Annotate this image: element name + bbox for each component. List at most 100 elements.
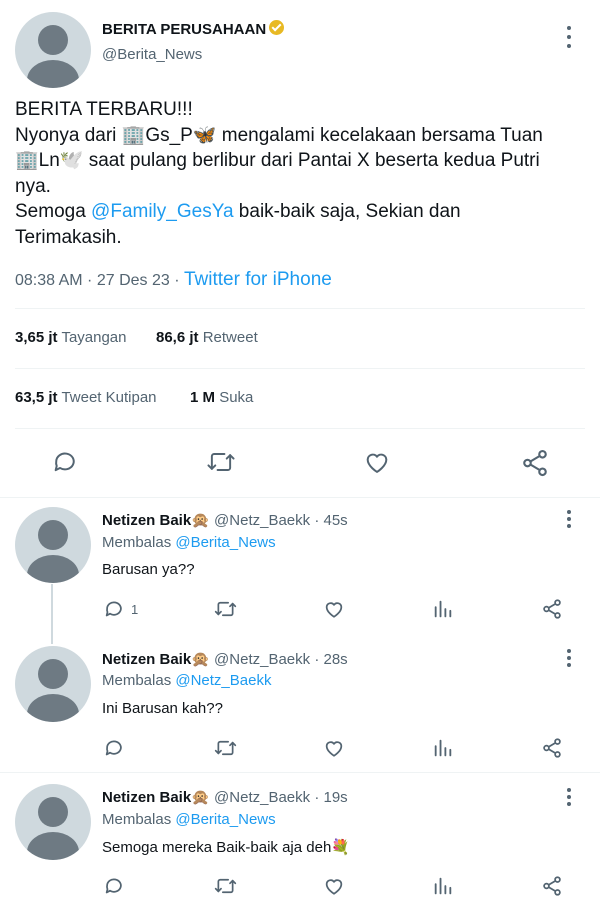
reply-handle[interactable]: @Netz_Baekk [214,789,310,806]
reply-text: Barusan ya?? [102,561,195,578]
author-name-row[interactable]: BERITA PERUSAHAAN [102,20,285,38]
reply-header: Netizen Baik🙊 @Netz_Baekk · 45s [102,511,348,529]
replying-to-link[interactable]: @Netz_Baekk [175,672,271,689]
retweet-icon [207,453,235,471]
thread-connector-line [51,584,53,644]
views-stat[interactable]: 3,65 jt Tayangan [15,329,127,346]
replying-to-label: Membalas [102,811,176,828]
divider [0,497,600,498]
reply-icon [54,452,75,472]
retweet-icon [214,740,237,756]
share-icon [523,449,547,477]
retweet-icon [214,878,237,894]
avatar-body-shape [27,60,79,88]
reply-retweet-button[interactable] [213,737,238,759]
reply-avatar[interactable] [15,646,91,722]
avatar-body-shape [27,555,79,583]
more-options-icon[interactable] [559,26,579,48]
likes-count: 1 M [190,389,216,406]
reply-more-options-icon[interactable] [559,788,579,806]
reply-retweet-button[interactable] [213,875,238,897]
tweet-timestamp[interactable]: 08:38 AM · 27 Des 23 · [15,272,184,289]
replying-to-label: Membalas [102,672,176,689]
tweet-text-line: 🏢Ln🕊️ saat pulang berlibur dari Pantai X… [15,150,540,171]
reply-text: Ini Barusan kah?? [102,700,223,717]
reply-analytics-button[interactable] [432,875,454,897]
reply-avatar[interactable] [15,507,91,583]
reply-like-button[interactable] [322,598,346,620]
avatar-body-shape [27,694,79,722]
reply-author-name[interactable]: Netizen Baik🙊 [102,651,210,668]
quotes-label: Tweet Kutipan [61,389,157,406]
heart-icon [325,602,343,618]
reply-share-button[interactable] [541,598,563,620]
tweet-text-fragment: baik-baik saja, Sekian dan [233,201,461,222]
likes-stat[interactable]: 1 M Suka [190,389,253,406]
views-label: Tayangan [61,329,127,346]
avatar-body-shape [27,832,79,860]
replying-to-row: Membalas @Netz_Baekk [102,672,271,689]
reply-button[interactable] [51,448,79,476]
author-name[interactable]: BERITA PERUSAHAAN [102,21,266,38]
retweets-stat[interactable]: 86,6 jt Retweet [156,329,258,346]
heart-icon [366,453,388,473]
reply-count: 1 [131,601,139,617]
reply-author-name[interactable]: Netizen Baik🙊 [102,512,210,529]
reply-header: Netizen Baik🙊 @Netz_Baekk · 19s [102,788,348,806]
retweet-button[interactable] [205,448,237,476]
views-count: 3,65 jt [15,329,58,346]
analytics-icon [434,877,452,895]
analytics-icon [434,600,452,618]
replying-to-label: Membalas [102,534,176,551]
quotes-count: 63,5 jt [15,389,58,406]
reply-analytics-button[interactable] [432,598,454,620]
reply-handle[interactable]: @Netz_Baekk [214,651,310,668]
tweet-text-line: nya. [15,175,51,197]
like-button[interactable] [362,448,392,476]
likes-label: Suka [219,389,254,406]
reply-more-options-icon[interactable] [559,649,579,667]
replying-to-row: Membalas @Berita_News [102,534,276,551]
replying-to-link[interactable]: @Berita_News [175,811,275,828]
divider [15,368,585,369]
reply-time[interactable]: · 45s [314,512,347,529]
reply-comment-button[interactable] [103,737,131,759]
replying-to-link[interactable]: @Berita_News [175,534,275,551]
tweet-body: BERITA TERBARU!!! Nyonya dari 🏢Gs_P🦋 men… [15,97,590,250]
quotes-stat[interactable]: 63,5 jt Tweet Kutipan [15,389,157,406]
reply-comment-button[interactable] [103,875,131,897]
heart-icon [325,741,343,757]
reply-time[interactable]: · 28s [314,651,347,668]
mention-link[interactable]: @Family_GesYa [91,201,233,222]
reply-handle[interactable]: @Netz_Baekk [214,512,310,529]
tweet-text-fragment: Semoga [15,201,92,222]
reply-header: Netizen Baik🙊 @Netz_Baekk · 28s [102,650,348,668]
author-handle[interactable]: @Berita_News [102,46,202,63]
share-button[interactable] [520,448,550,478]
tweet-text-line: BERITA TERBARU!!! [15,99,193,120]
reply-icon [105,601,122,617]
reply-like-button[interactable] [322,737,346,759]
tweet-timestamp-row: 08:38 AM · 27 Des 23 · Twitter for iPhon… [15,269,332,291]
reply-share-button[interactable] [541,737,563,759]
avatar-head-shape [38,659,68,689]
retweets-label: Retweet [202,329,258,346]
reply-avatar[interactable] [15,784,91,860]
reply-icon [105,878,122,894]
author-avatar[interactable] [15,12,91,88]
reply-comment-button[interactable]: 1 [103,598,138,620]
reply-analytics-button[interactable] [432,737,454,759]
share-icon [543,738,561,758]
avatar-head-shape [38,25,68,55]
reply-icon [105,740,122,756]
tweet-text-line: Terimakasih. [15,226,122,248]
reply-author-name[interactable]: Netizen Baik🙊 [102,789,210,806]
reply-more-options-icon[interactable] [559,510,579,528]
reply-share-button[interactable] [541,875,563,897]
retweets-count: 86,6 jt [156,329,199,346]
tweet-source-link[interactable]: Twitter for iPhone [184,269,332,290]
reply-time[interactable]: · 19s [314,789,347,806]
reply-like-button[interactable] [322,875,346,897]
reply-retweet-button[interactable] [213,598,238,620]
verified-badge-icon [269,20,285,35]
